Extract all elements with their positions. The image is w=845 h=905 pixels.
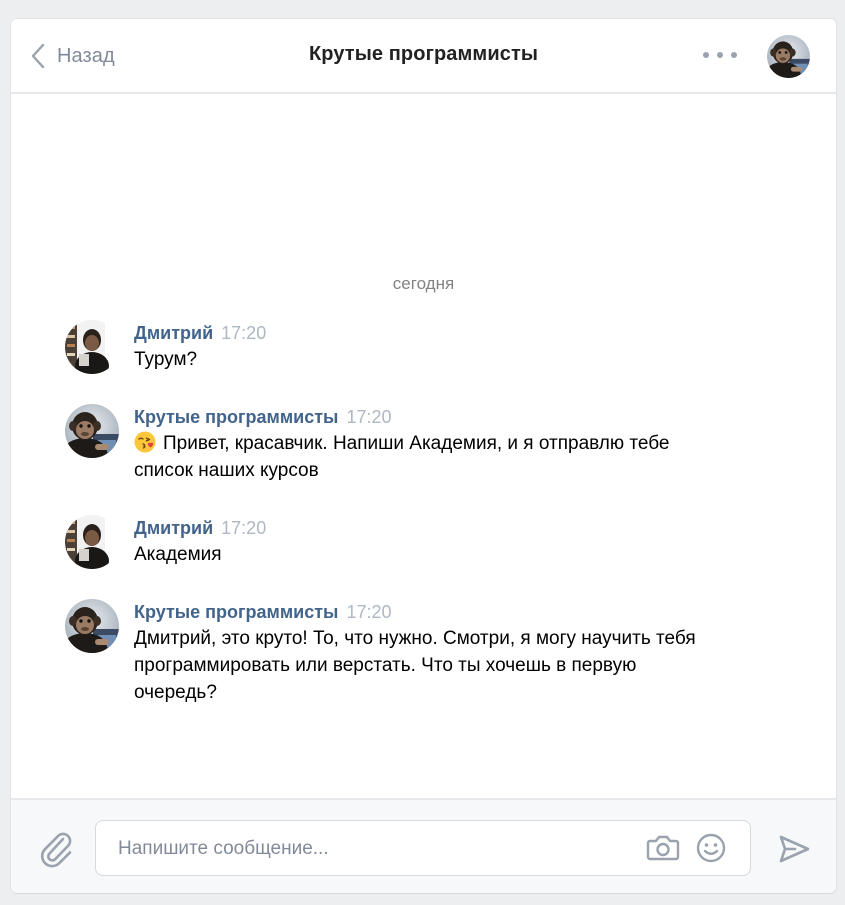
attach-button[interactable] — [39, 830, 73, 868]
chimp-avatar-icon — [767, 35, 810, 78]
message-text: Привет, красавчик. Напиши Академия, и я … — [134, 430, 754, 484]
dot-icon — [703, 52, 709, 58]
date-separator: сегодня — [392, 274, 455, 293]
sender-avatar[interactable] — [65, 320, 119, 374]
message-time: 17:20 — [346, 407, 392, 427]
man-photo-avatar-icon — [65, 515, 119, 569]
chimp-avatar-icon — [65, 404, 119, 458]
message-text: Дмитрий, это круто! То, что нужно. Смотр… — [134, 625, 754, 706]
dot-icon — [731, 52, 737, 58]
camera-icon — [646, 835, 680, 861]
message-line: программировать или верстать. Что ты хоч… — [134, 655, 637, 676]
message-text: Академия — [134, 541, 754, 568]
message-time: 17:20 — [221, 323, 267, 343]
message-line: Турум? — [134, 349, 198, 370]
message-list[interactable]: сегодня Дмитрий 17:20 Турум? Крутые прог… — [11, 94, 836, 798]
message-line: Академия — [134, 544, 222, 565]
sender-avatar[interactable] — [65, 599, 119, 653]
message-composer — [11, 798, 836, 893]
message-author[interactable]: Крутые программисты — [134, 602, 338, 622]
chat-avatar[interactable] — [767, 35, 810, 78]
message-line-text: Привет, красавчик. Напиши Академия, и я … — [163, 433, 670, 454]
message-author[interactable]: Дмитрий — [134, 518, 213, 538]
dialog-window: Назад Крутые программисты сегодня Дмитри… — [11, 19, 836, 893]
send-arrow-icon — [779, 835, 810, 863]
dialog-header: Назад Крутые программисты — [11, 19, 836, 94]
message-line: Дмитрий, это круто! То, что нужно. Смотр… — [134, 628, 696, 649]
emoji-button[interactable] — [696, 833, 726, 863]
message-input[interactable] — [116, 821, 620, 877]
message-text: Турум? — [134, 346, 754, 373]
message-author[interactable]: Крутые программисты — [134, 407, 338, 427]
message-line: Привет, красавчик. Напиши Академия, и я … — [134, 430, 754, 457]
message-input-box[interactable] — [95, 820, 751, 877]
send-button[interactable] — [778, 834, 810, 864]
message-line: очередь? — [134, 682, 217, 703]
message-line: список наших курсов — [134, 460, 319, 481]
sender-avatar[interactable] — [65, 515, 119, 569]
paperclip-icon — [40, 832, 72, 868]
chimp-avatar-icon — [65, 599, 119, 653]
kiss-emoji-icon — [134, 431, 156, 453]
dot-icon — [717, 52, 723, 58]
more-options-button[interactable] — [703, 45, 737, 65]
camera-button[interactable] — [646, 834, 680, 862]
smile-icon — [696, 833, 726, 863]
message-time: 17:20 — [221, 518, 267, 538]
man-photo-avatar-icon — [65, 320, 119, 374]
message-author[interactable]: Дмитрий — [134, 323, 213, 343]
sender-avatar[interactable] — [65, 404, 119, 458]
message-time: 17:20 — [346, 602, 392, 622]
